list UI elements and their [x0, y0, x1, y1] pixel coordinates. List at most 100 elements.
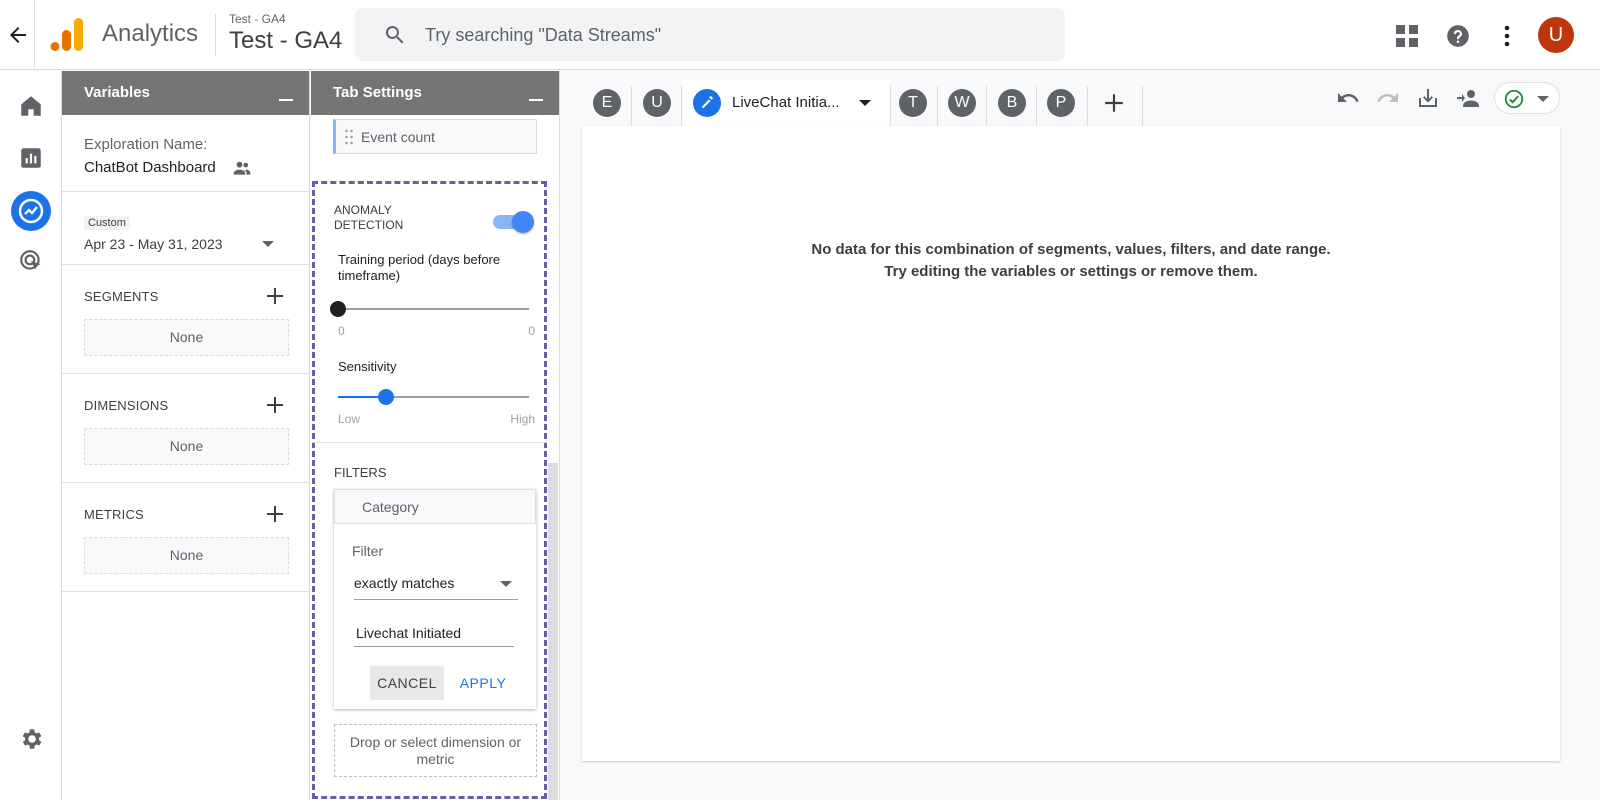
redo-icon[interactable]	[1376, 86, 1400, 110]
analytics-logo-icon	[50, 16, 84, 52]
anomaly-detection-label: ANOMALY DETECTION	[334, 203, 403, 233]
exploration-canvas: No data for this combination of segments…	[582, 126, 1560, 761]
tab-settings-scrollbar[interactable]	[548, 463, 558, 800]
apply-button[interactable]: APPLY	[448, 666, 518, 700]
tab-separator	[681, 86, 682, 126]
tab-separator	[890, 86, 891, 126]
anomaly-label-line2: DETECTION	[334, 218, 404, 232]
training-slider-thumb[interactable]	[330, 301, 346, 317]
tab-separator	[1087, 86, 1088, 126]
edit-pencil-icon	[693, 89, 721, 117]
filter-category-chip[interactable]: Category	[334, 489, 536, 524]
tab-u[interactable]: U	[643, 89, 671, 117]
no-data-message-line2: Try editing the variables or settings or…	[884, 263, 1258, 280]
filters-title: FILTERS	[334, 465, 387, 480]
minimize-tab-settings-icon[interactable]	[529, 99, 543, 101]
match-type-value: exactly matches	[354, 575, 455, 591]
exploration-name[interactable]: ChatBot Dashboard	[84, 159, 216, 176]
share-people-icon[interactable]	[1456, 86, 1484, 110]
variables-panel-header: Variables	[62, 71, 309, 115]
divider	[62, 591, 309, 592]
add-metric-icon[interactable]	[265, 504, 285, 524]
sensitivity-slider-thumb[interactable]	[377, 389, 394, 405]
search-icon	[383, 23, 407, 47]
gear-icon[interactable]	[18, 726, 44, 752]
tab-menu-chevron-icon[interactable]	[859, 98, 871, 108]
divider	[62, 482, 309, 483]
app-name: Analytics	[102, 20, 199, 47]
event-count-chip[interactable]: Event count	[333, 119, 537, 154]
filter-editor-card: Category Filter exactly matches CANCEL A…	[334, 489, 536, 709]
add-dimension-icon[interactable]	[265, 395, 285, 415]
date-dropdown-icon[interactable]	[262, 239, 274, 249]
filter-label: Filter	[352, 543, 384, 559]
segments-none[interactable]: None	[84, 319, 289, 356]
training-period-label: Training period (days before timeframe)	[338, 252, 501, 283]
tab-w[interactable]: W	[948, 89, 976, 117]
search-input[interactable]	[425, 22, 1025, 48]
chevron-down-icon[interactable]	[500, 579, 512, 589]
account-name[interactable]: Test - GA4	[229, 12, 286, 26]
tab-settings-title: Tab Settings	[333, 84, 422, 101]
no-data-message-line1: No data for this combination of segments…	[811, 241, 1331, 258]
add-tab-icon[interactable]	[1103, 92, 1125, 114]
minimize-variables-icon[interactable]	[279, 99, 293, 101]
add-segment-icon[interactable]	[265, 286, 285, 306]
anomaly-label-line1: ANOMALY	[334, 203, 392, 217]
dimensions-none[interactable]: None	[84, 428, 289, 465]
shared-people-icon	[232, 158, 252, 178]
sensitivity-low-label: Low	[338, 412, 361, 426]
apps-grid-icon[interactable]	[1394, 23, 1420, 49]
tab-b[interactable]: B	[998, 89, 1026, 117]
training-min-label: 0	[338, 324, 345, 338]
drag-handle-icon[interactable]	[344, 128, 354, 146]
anomaly-toggle[interactable]	[512, 211, 534, 233]
event-count-label: Event count	[361, 129, 435, 145]
match-type-underline	[354, 599, 518, 600]
dimensions-title: DIMENSIONS	[84, 398, 169, 413]
highlighted-settings-region: ANOMALY DETECTION Training period (days …	[312, 181, 547, 799]
search-bar[interactable]	[355, 8, 1065, 61]
status-check-dropdown[interactable]	[1494, 82, 1560, 114]
back-arrow-icon[interactable]	[6, 23, 30, 47]
home-icon[interactable]	[18, 93, 44, 119]
drop-dimension-metric-zone[interactable]: Drop or select dimension or metric	[334, 724, 537, 777]
tab-e[interactable]: E	[593, 89, 621, 117]
download-icon[interactable]	[1416, 86, 1440, 110]
explore-icon	[18, 198, 44, 224]
divider	[62, 373, 309, 374]
tab-livechat-initiated[interactable]: LiveChat Initia...	[683, 80, 889, 126]
active-tab-label: LiveChat Initia...	[732, 94, 840, 111]
top-header: Analytics Test - GA4 Test - GA4 U	[0, 0, 1600, 70]
more-vert-icon[interactable]	[1494, 23, 1520, 49]
cancel-button[interactable]: CANCEL	[370, 666, 444, 700]
match-type-select[interactable]: exactly matches	[354, 575, 518, 597]
tab-t[interactable]: T	[899, 89, 927, 117]
date-range[interactable]: Apr 23 - May 31, 2023	[84, 236, 223, 252]
divider	[62, 191, 309, 192]
explore-nav-active[interactable]	[11, 191, 51, 231]
chevron-down-icon	[1537, 94, 1549, 104]
property-name[interactable]: Test - GA4	[229, 27, 342, 55]
header-divider	[34, 0, 35, 70]
check-circle-icon	[1503, 88, 1525, 110]
reports-icon[interactable]	[18, 145, 44, 171]
tab-separator	[986, 86, 987, 126]
tab-separator	[937, 86, 938, 126]
tab-p[interactable]: P	[1047, 89, 1075, 117]
divider	[62, 264, 309, 265]
filter-value-input[interactable]	[354, 621, 514, 645]
tab-settings-header: Tab Settings	[311, 71, 559, 115]
advertising-icon[interactable]	[18, 248, 44, 274]
left-nav	[0, 71, 62, 800]
date-tag: Custom	[84, 216, 130, 230]
metrics-title: METRICS	[84, 507, 144, 522]
undo-icon[interactable]	[1336, 86, 1360, 110]
metrics-none[interactable]: None	[84, 537, 289, 574]
account-avatar[interactable]: U	[1538, 17, 1574, 53]
training-slider-track[interactable]	[338, 308, 529, 310]
tab-separator	[631, 86, 632, 126]
filter-category-label: Category	[362, 499, 419, 515]
help-icon[interactable]	[1445, 23, 1471, 49]
tab-separator	[1036, 86, 1037, 126]
